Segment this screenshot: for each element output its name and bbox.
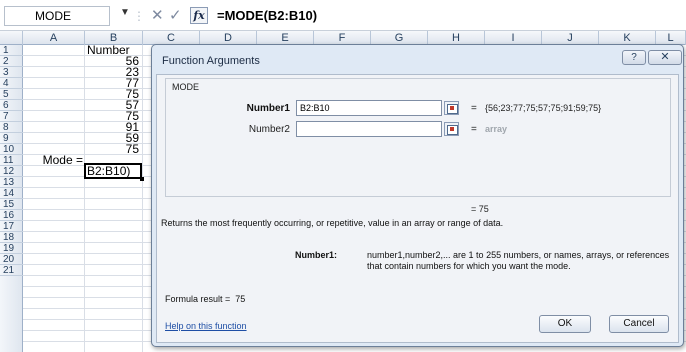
function-description: Returns the most frequently occurring, o… [161,218,504,228]
dialog-body: MODE Number1 B2:B10 = {56;23;77;75;57;75… [156,74,679,343]
cell-a11[interactable]: Mode = [23,154,83,166]
row-header-3[interactable]: 3 [0,67,23,78]
number2-equals: = [471,124,477,135]
row-header-5[interactable]: 5 [0,89,23,100]
cancel-button[interactable]: Cancel [609,315,669,333]
ok-button[interactable]: OK [539,315,591,333]
column-header-g[interactable]: G [371,31,428,45]
row-header-8[interactable]: 8 [0,122,23,133]
cancel-entry-icon[interactable]: ✕ [151,6,164,26]
enter-entry-icon[interactable]: ✓ [169,6,182,26]
formula-result: Formula result = 75 [165,294,245,304]
column-header-e[interactable]: E [257,31,314,45]
range-icon-marker [450,127,454,131]
row-header-21[interactable]: 21 [0,265,23,276]
column-header-k[interactable]: K [599,31,656,45]
argument-description: number1,number2,... are 1 to 255 numbers… [367,250,670,271]
row-header-6[interactable]: 6 [0,100,23,111]
column-header-a[interactable]: A [23,31,85,45]
row-header-10[interactable]: 10 [0,144,23,155]
fill-handle[interactable] [140,177,144,181]
row-headers: 1 2 3 4 5 6 7 8 9 10 11 12 13 14 15 16 1… [0,45,23,352]
name-box[interactable]: MODE [4,6,110,26]
select-all-corner[interactable] [0,31,23,45]
row-header-2[interactable]: 2 [0,56,23,67]
help-button[interactable]: ? [622,50,646,65]
dialog-title: Function Arguments [162,55,260,67]
column-header-c[interactable]: C [143,31,200,45]
formula-bar: MODE ▼ ⋮ ✕ ✓ fx =MODE(B2:B10) [0,0,686,31]
range-icon-marker [450,106,454,110]
arguments-group: MODE Number1 B2:B10 = {56;23;77;75;57;75… [165,78,671,197]
row-header-9[interactable]: 9 [0,133,23,144]
column-header-l[interactable]: L [656,31,686,45]
row-header-11[interactable]: 11 [0,155,23,166]
active-cell-b11[interactable]: B2:B10) [84,163,142,179]
close-button[interactable]: ✕ [648,50,682,65]
collapse-range-icon[interactable] [444,122,459,136]
column-header-i[interactable]: I [485,31,542,45]
cell-b10[interactable]: 75 [85,143,139,155]
collapse-range-icon[interactable] [444,101,459,115]
row-header-19[interactable]: 19 [0,243,23,254]
number2-label: Number2 [248,124,290,135]
argument-name: Number1: [295,250,338,260]
function-arguments-dialog: Function Arguments ? ✕ MODE Number1 B2:B… [151,44,684,347]
number1-input[interactable]: B2:B10 [296,100,442,116]
help-on-function-link[interactable]: Help on this function [165,321,247,331]
row-header-16[interactable]: 16 [0,210,23,221]
number2-result: array [485,124,508,134]
row-header-15[interactable]: 15 [0,199,23,210]
row-header-18[interactable]: 18 [0,232,23,243]
function-result: = 75 [471,204,489,214]
row-header-4[interactable]: 4 [0,78,23,89]
formula-bar-separator: ⋮ [133,9,145,23]
formula-result-label: Formula result = [165,294,231,304]
column-header-d[interactable]: D [200,31,257,45]
row-header-17[interactable]: 17 [0,221,23,232]
number1-label: Number1 [246,103,290,114]
formula-result-value: 75 [235,294,246,304]
row-header-7[interactable]: 7 [0,111,23,122]
insert-function-button[interactable]: fx [190,7,208,24]
column-header-j[interactable]: J [542,31,599,45]
number2-input[interactable] [296,121,442,137]
function-name-label: MODE [172,82,199,92]
number1-result: {56;23;77;75;57;75;91;59;75} [485,103,602,113]
row-header-14[interactable]: 14 [0,188,23,199]
row-header-12[interactable]: 12 [0,166,23,177]
row-header-20[interactable]: 20 [0,254,23,265]
column-header-f[interactable]: F [314,31,371,45]
column-header-h[interactable]: H [428,31,485,45]
name-box-dropdown-icon[interactable]: ▼ [120,7,130,18]
number1-equals: = [471,103,477,114]
formula-input[interactable]: =MODE(B2:B10) [212,6,684,26]
row-header-1[interactable]: 1 [0,45,23,56]
row-header-13[interactable]: 13 [0,177,23,188]
